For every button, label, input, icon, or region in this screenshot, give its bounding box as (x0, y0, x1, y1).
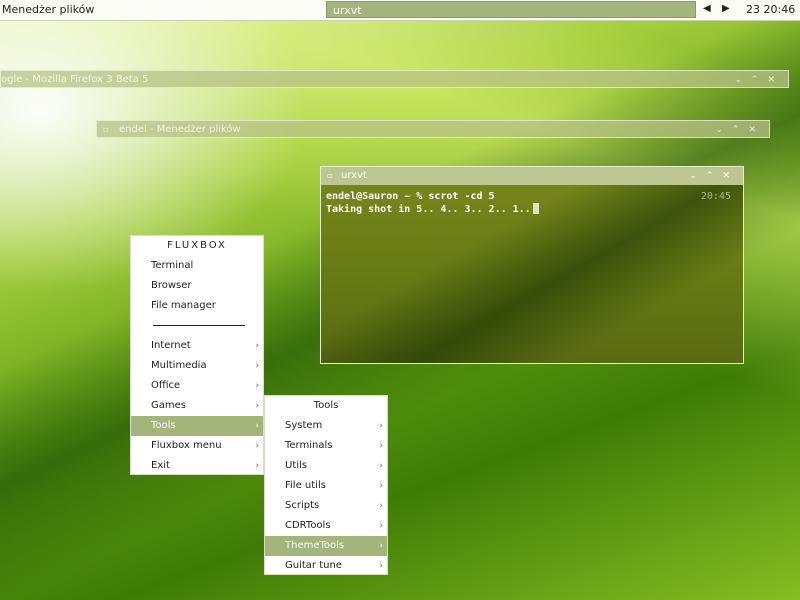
window-menu-icon[interactable]: ▫ (327, 167, 332, 185)
menu-item-label: Scripts (285, 500, 320, 511)
menu-item-label: Terminals (285, 440, 333, 451)
menu-item-label: Multimedia (151, 360, 207, 371)
menu-item-label: System (285, 420, 323, 431)
chevron-right-icon: › (255, 401, 259, 411)
file-manager-window-titlebar[interactable]: ▫ endel - Menedżer plików ⌄⌃✕ (96, 120, 770, 138)
menu-item-exit[interactable]: Exit › (131, 456, 263, 476)
menu-item-file-utils[interactable]: File utils › (265, 476, 387, 496)
menu-item-label: Fluxbox menu (151, 440, 222, 451)
menu-item-guitar-tune[interactable]: Guitar tune › (265, 556, 387, 576)
menu-item-internet[interactable]: Internet › (131, 336, 263, 356)
window-menu-icon[interactable]: ▫ (103, 121, 108, 139)
previous-workspace-icon[interactable]: ◀ (703, 3, 711, 14)
next-workspace-icon[interactable]: ▶ (722, 3, 730, 14)
chevron-right-icon: › (255, 361, 259, 371)
top-taskbar: Menedżer plików urxvt ◀ ▶ 23 20:46 (0, 0, 800, 21)
menu-item-label: Games (151, 400, 186, 411)
menu-item-themetools[interactable]: ThemeTools › (265, 536, 387, 556)
menu-item-label: CDRTools (285, 520, 331, 531)
menu-item-label: Office (151, 380, 181, 391)
menu-item-label: Exit (151, 460, 170, 471)
menu-item-label: Utils (285, 460, 308, 471)
focused-app-name: Menedżer plików (2, 3, 95, 16)
firefox-window-titlebar[interactable]: ogle - Mozilla Firefox 3 Beta 5 ⌄⌃✕ (0, 70, 789, 88)
terminal-body[interactable]: endel@Sauron ~ % scrot -cd 5 20:45 Takin… (321, 185, 743, 363)
menu-item-label: File utils (285, 480, 326, 491)
chevron-right-icon: › (379, 461, 383, 471)
chevron-right-icon: › (379, 421, 383, 431)
chevron-right-icon: › (379, 441, 383, 451)
chevron-right-icon: › (379, 561, 383, 571)
menu-item-cdrtools[interactable]: CDRTools › (265, 516, 387, 536)
chevron-right-icon: › (255, 461, 259, 471)
menu-item-utils[interactable]: Utils › (265, 456, 387, 476)
fluxbox-root-menu: FLUXBOX Terminal Browser File manager In… (130, 235, 264, 475)
terminal-window[interactable]: ▫ urxvt ⌄⌃✕ endel@Sauron ~ % scrot -cd 5… (320, 166, 744, 364)
chevron-right-icon: › (255, 341, 259, 351)
root-menu-title: FLUXBOX (167, 240, 227, 251)
chevron-right-icon: › (255, 421, 259, 431)
chevron-right-icon: › (255, 441, 259, 451)
terminal-output-text: Taking shot in 5.. 4.. 3.. 2.. 1.. (326, 204, 531, 215)
menu-item-multimedia[interactable]: Multimedia › (131, 356, 263, 376)
tools-submenu-title: Tools (313, 400, 339, 411)
chevron-right-icon: › (379, 501, 383, 511)
menu-item-scripts[interactable]: Scripts › (265, 496, 387, 516)
terminal-time: 20:45 (700, 191, 731, 202)
chevron-right-icon: › (379, 541, 383, 551)
terminal-window-buttons[interactable]: ⌄⌃✕ (689, 167, 739, 185)
menu-item-office[interactable]: Office › (131, 376, 263, 396)
menu-item-tools[interactable]: Tools › (131, 416, 263, 436)
tools-submenu: Tools System › Terminals › Utils › File uti… (264, 395, 388, 575)
menu-item-system[interactable]: System › (265, 416, 387, 436)
chevron-right-icon: › (379, 521, 383, 531)
menu-item-terminal[interactable]: Terminal (131, 256, 263, 276)
menu-item-label: ThemeTools (285, 540, 345, 551)
chevron-right-icon: › (255, 381, 259, 391)
menu-item-games[interactable]: Games › (131, 396, 263, 416)
menu-item-file-manager[interactable]: File manager (131, 296, 263, 316)
terminal-title: urxvt (341, 170, 367, 181)
menu-item-label: Guitar tune (285, 560, 342, 571)
menu-item-label: Internet (151, 340, 191, 351)
text-cursor (532, 203, 539, 214)
firefox-window-title: ogle - Mozilla Firefox 3 Beta 5 (1, 74, 149, 85)
menu-item-fluxbox-menu[interactable]: Fluxbox menu › (131, 436, 263, 456)
terminal-titlebar[interactable]: ▫ urxvt ⌄⌃✕ (321, 167, 743, 185)
terminal-output-line: Taking shot in 5.. 4.. 3.. 2.. 1.. (326, 203, 539, 215)
terminal-prompt-line: endel@Sauron ~ % scrot -cd 5 (326, 191, 495, 202)
menu-separator (153, 325, 245, 326)
file-manager-window-buttons[interactable]: ⌄⌃✕ (715, 121, 765, 139)
clock: 23 20:46 (746, 3, 796, 16)
menu-item-label: Tools (151, 420, 176, 431)
file-manager-window-title: endel - Menedżer plików (119, 124, 241, 135)
chevron-right-icon: › (379, 481, 383, 491)
menu-item-terminals[interactable]: Terminals › (265, 436, 387, 456)
taskbar-item-urxvt[interactable]: urxvt (326, 1, 696, 18)
menu-item-browser[interactable]: Browser (131, 276, 263, 296)
firefox-window-buttons[interactable]: ⌄⌃✕ (734, 71, 784, 89)
